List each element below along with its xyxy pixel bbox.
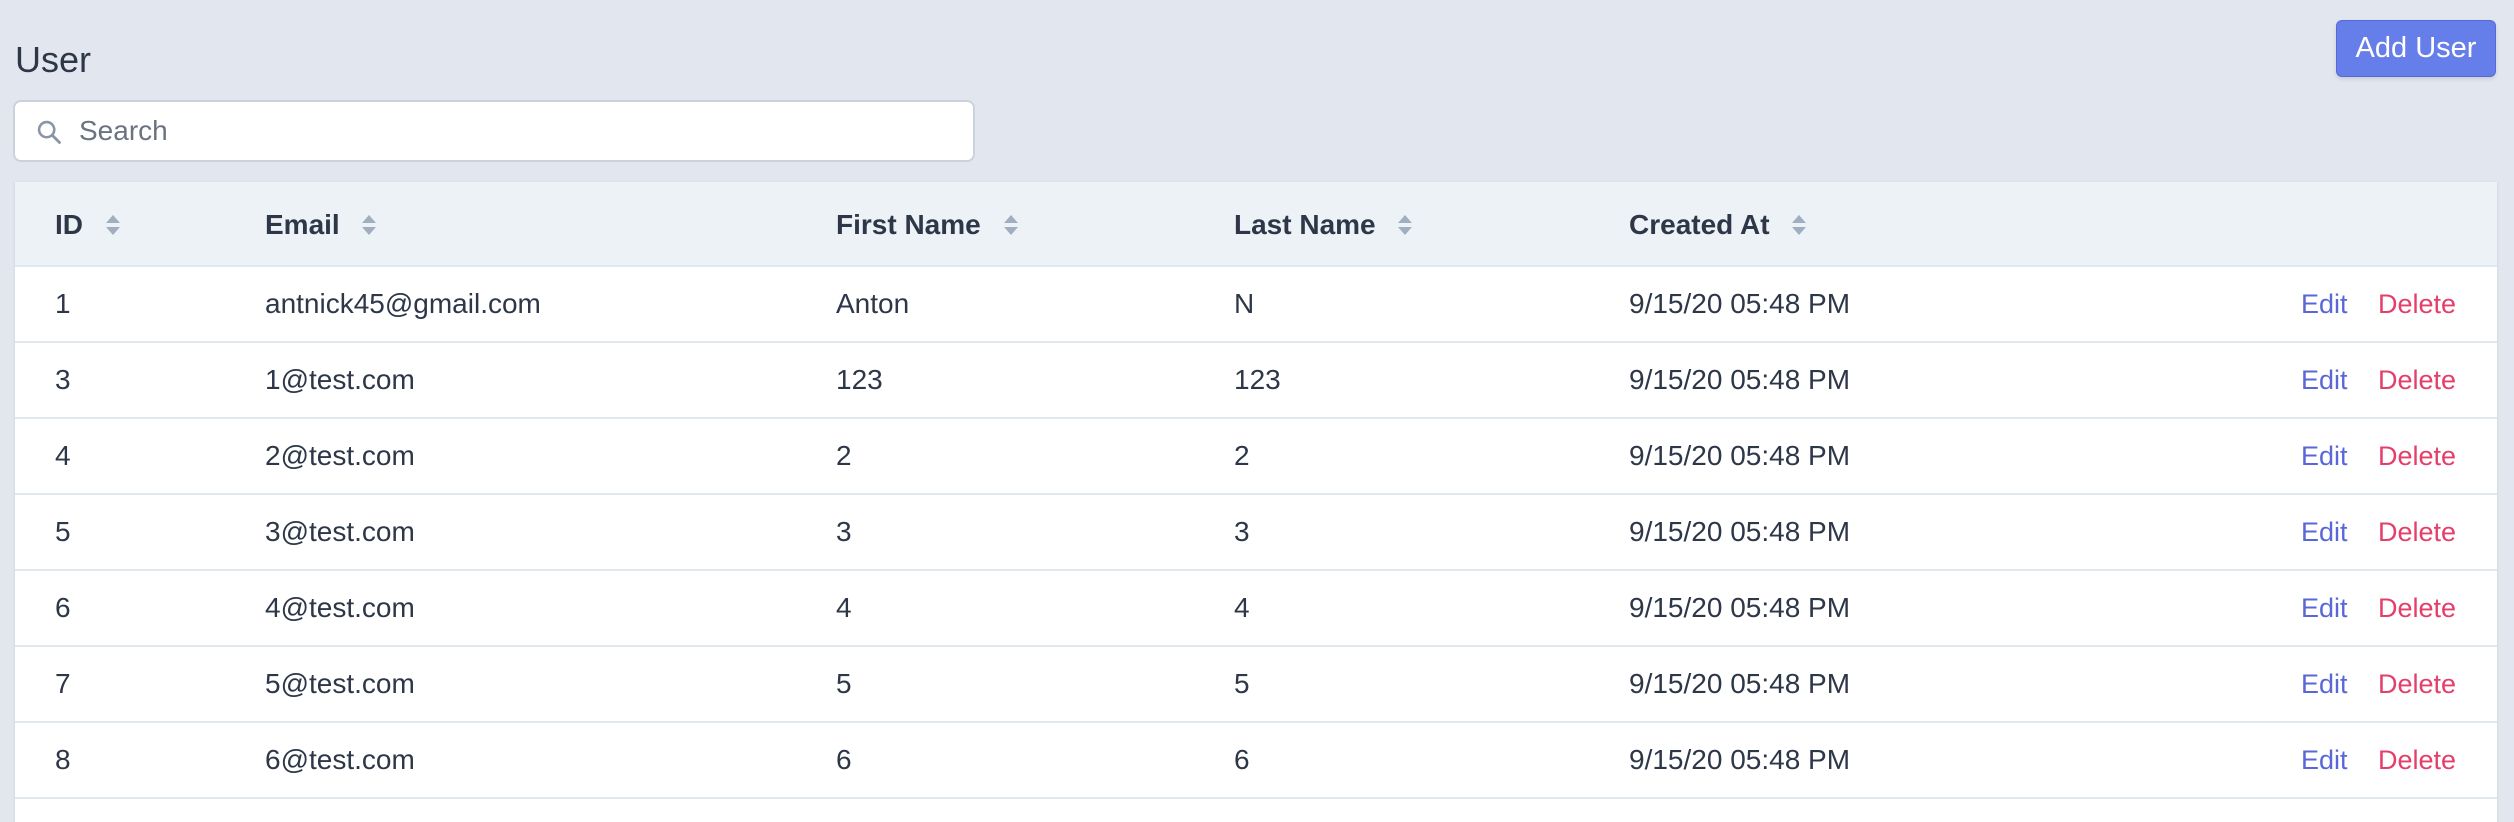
search-box[interactable] xyxy=(13,100,975,162)
cell-first-name: 123 xyxy=(836,364,883,395)
cell-created-at: 9/15/20 05:48 PM xyxy=(1629,744,1851,775)
cell-id: 4 xyxy=(55,440,71,471)
cell-email: 1@test.com xyxy=(265,364,415,395)
cell-last-name: N xyxy=(1234,288,1255,319)
edit-link[interactable]: Edit xyxy=(2301,267,2348,341)
search-icon xyxy=(37,120,61,144)
cell-created-at: 9/15/20 05:48 PM xyxy=(1629,440,1851,471)
table-row: 5 3@test.com 3 3 9/15/20 05:48 PM Edit D… xyxy=(15,495,2497,571)
cell-created-at: 9/15/20 05:48 PM xyxy=(1629,364,1851,395)
cell-created-at: 9/15/20 05:48 PM xyxy=(1629,592,1851,623)
column-header-last-name[interactable]: Last Name xyxy=(1234,182,1413,267)
table-row: 3 1@test.com 123 123 9/15/20 05:48 PM Ed… xyxy=(15,343,2497,419)
sort-icon[interactable] xyxy=(1791,213,1807,237)
sort-icon[interactable] xyxy=(361,213,377,237)
cell-id: 6 xyxy=(55,592,71,623)
cell-email: 2@test.com xyxy=(265,440,415,471)
column-header-email[interactable]: Email xyxy=(265,182,377,267)
cell-first-name: Anton xyxy=(836,288,910,319)
delete-link[interactable]: Delete xyxy=(2378,267,2456,341)
sort-icon[interactable] xyxy=(1003,213,1019,237)
column-header-created-at[interactable]: Created At xyxy=(1629,182,1807,267)
column-header-id[interactable]: ID xyxy=(55,182,121,267)
delete-link[interactable]: Delete xyxy=(2378,647,2456,721)
add-user-button[interactable]: Add User xyxy=(2336,20,2496,77)
table-header: ID Email First Name Last Name Created At xyxy=(15,182,2497,267)
column-header-label: Last Name xyxy=(1234,209,1376,240)
cell-first-name: 6 xyxy=(836,744,852,775)
cell-last-name: 4 xyxy=(1234,592,1250,623)
page-title: User xyxy=(15,39,92,80)
cell-first-name: 5 xyxy=(836,668,852,699)
cell-email: antnick45@gmail.com xyxy=(265,288,541,319)
cell-id: 1 xyxy=(55,288,71,319)
cell-id: 8 xyxy=(55,744,71,775)
edit-link[interactable]: Edit xyxy=(2301,647,2348,721)
cell-last-name: 123 xyxy=(1234,364,1281,395)
table-row: 8 6@test.com 6 6 9/15/20 05:48 PM Edit D… xyxy=(15,723,2497,799)
table-row: 7 5@test.com 5 5 9/15/20 05:48 PM Edit D… xyxy=(15,647,2497,723)
cell-created-at: 9/15/20 05:48 PM xyxy=(1629,288,1851,319)
sort-icon[interactable] xyxy=(105,213,121,237)
cell-created-at: 9/15/20 05:48 PM xyxy=(1629,516,1851,547)
column-header-label: First Name xyxy=(836,209,981,240)
cell-last-name: 5 xyxy=(1234,668,1250,699)
table-row: 4 2@test.com 2 2 9/15/20 05:48 PM Edit D… xyxy=(15,419,2497,495)
edit-link[interactable]: Edit xyxy=(2301,571,2348,645)
column-header-label: Email xyxy=(265,209,340,240)
cell-last-name: 6 xyxy=(1234,744,1250,775)
column-header-label: ID xyxy=(55,209,83,240)
cell-email: 6@test.com xyxy=(265,744,415,775)
cell-last-name: 2 xyxy=(1234,440,1250,471)
edit-link[interactable]: Edit xyxy=(2301,343,2348,417)
cell-email: 5@test.com xyxy=(265,668,415,699)
edit-link[interactable]: Edit xyxy=(2301,495,2348,569)
edit-link[interactable]: Edit xyxy=(2301,723,2348,797)
delete-link[interactable]: Delete xyxy=(2378,343,2456,417)
cell-id: 3 xyxy=(55,364,71,395)
users-table: ID Email First Name Last Name Created At… xyxy=(15,182,2497,822)
cell-last-name: 3 xyxy=(1234,516,1250,547)
cell-first-name: 2 xyxy=(836,440,852,471)
delete-link[interactable]: Delete xyxy=(2378,419,2456,493)
delete-link[interactable]: Delete xyxy=(2378,495,2456,569)
cell-email: 4@test.com xyxy=(265,592,415,623)
edit-link[interactable]: Edit xyxy=(2301,419,2348,493)
delete-link[interactable]: Delete xyxy=(2378,571,2456,645)
delete-link[interactable]: Delete xyxy=(2378,723,2456,797)
table-row: 6 4@test.com 4 4 9/15/20 05:48 PM Edit D… xyxy=(15,571,2497,647)
search-input[interactable] xyxy=(79,102,959,160)
cell-first-name: 4 xyxy=(836,592,852,623)
cell-created-at: 9/15/20 05:48 PM xyxy=(1629,668,1851,699)
cell-first-name: 3 xyxy=(836,516,852,547)
table-row: 1 antnick45@gmail.com Anton N 9/15/20 05… xyxy=(15,267,2497,343)
column-header-label: Created At xyxy=(1629,209,1770,240)
cell-email: 3@test.com xyxy=(265,516,415,547)
sort-icon[interactable] xyxy=(1397,213,1413,237)
cell-id: 7 xyxy=(55,668,71,699)
column-header-first-name[interactable]: First Name xyxy=(836,182,1019,267)
cell-id: 5 xyxy=(55,516,71,547)
